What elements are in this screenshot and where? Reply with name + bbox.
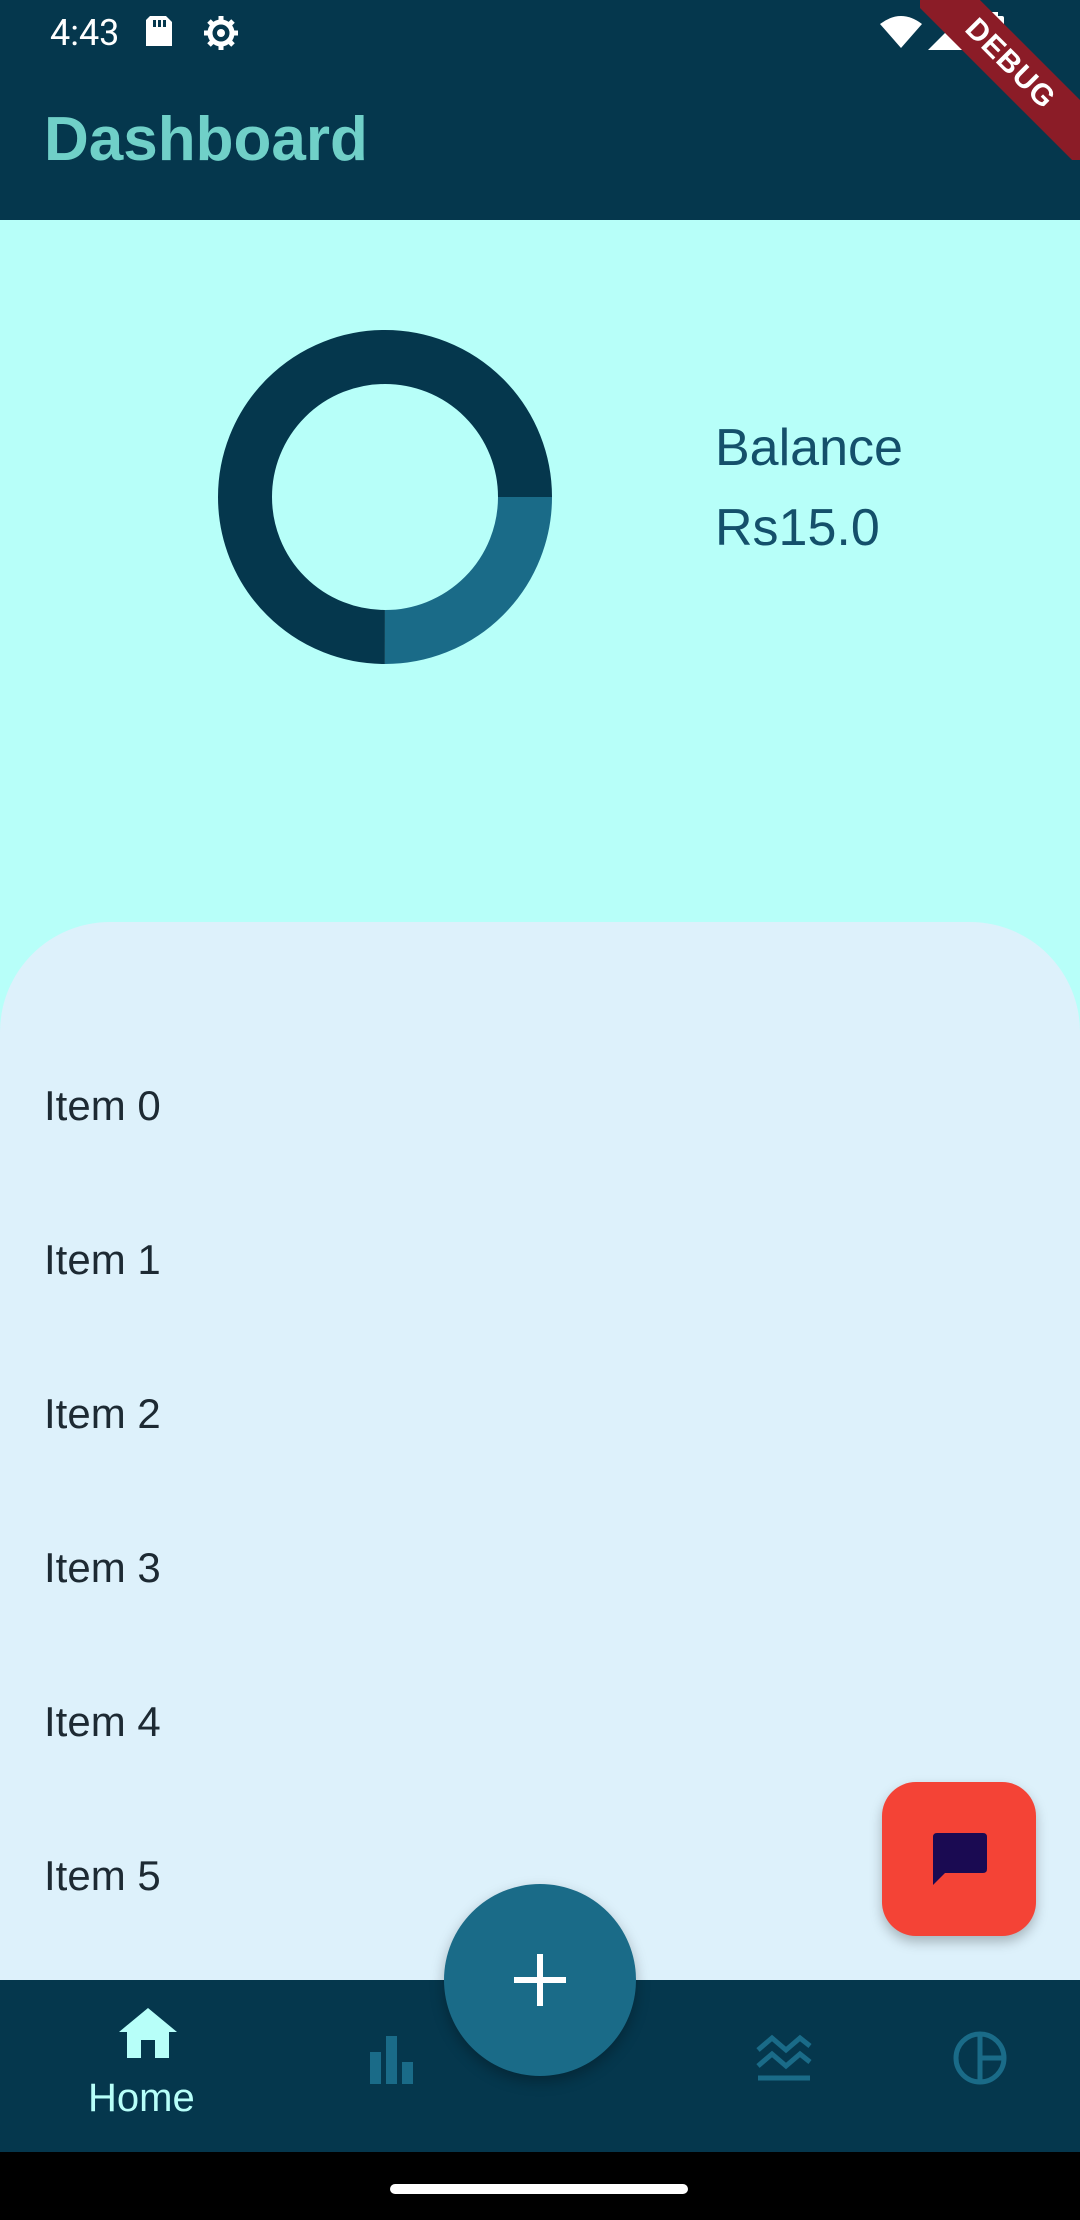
page-title: Dashboard (44, 105, 368, 174)
nav-item-home[interactable] (0, 1980, 296, 2152)
chat-fab-button[interactable] (882, 1782, 1036, 1936)
status-bar: 4:43 (0, 0, 1080, 64)
status-time: 4:43 (50, 12, 120, 54)
list-item[interactable]: Item 1 (44, 1236, 161, 1284)
debug-banner: DEBUG (920, 0, 1080, 160)
debug-banner-label: DEBUG (920, 0, 1080, 160)
list-item[interactable]: Item 3 (44, 1544, 161, 1592)
list-item[interactable]: Item 5 (44, 1852, 161, 1900)
stacked-line-icon (756, 2034, 812, 2081)
balance-label: Balance (715, 419, 903, 477)
balance-value: Rs15.0 (715, 499, 880, 557)
list-item[interactable]: Item 4 (44, 1698, 161, 1746)
wifi-icon (880, 16, 922, 53)
add-fab-button[interactable] (444, 1884, 636, 2076)
home-gesture-handle[interactable] (390, 2184, 688, 2194)
app-bar: Dashboard (0, 64, 1080, 220)
add-icon (514, 1954, 566, 2006)
chat-bubble-icon (933, 1833, 987, 1885)
sd-card-icon (144, 14, 174, 53)
pie-chart-icon (953, 2031, 1007, 2085)
balance-donut-chart (218, 330, 552, 664)
nav-item-trends[interactable] (690, 1980, 880, 2152)
list-item[interactable]: Item 2 (44, 1390, 161, 1438)
settings-gear-icon (202, 14, 240, 57)
list-item[interactable]: Item 0 (44, 1082, 161, 1130)
nav-item-reports[interactable] (880, 1980, 1080, 2152)
bar-chart-icon (370, 2036, 413, 2084)
nav-item-home-label: Home (88, 2076, 195, 2120)
home-icon (119, 2008, 177, 2058)
